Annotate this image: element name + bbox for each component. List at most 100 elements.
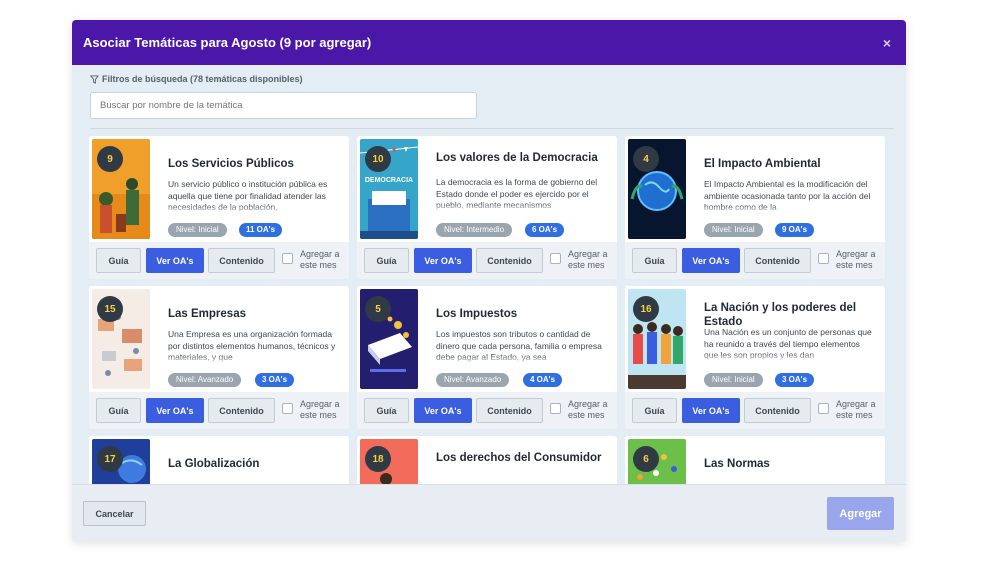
topic-search-input[interactable]	[90, 92, 477, 119]
card-body: 4 El Impacto Ambiental El Impacto Ambien…	[625, 136, 885, 242]
guide-button[interactable]: Guía	[632, 248, 677, 273]
card-body: 15 Las Empresas Una Empresa es una organ…	[89, 286, 349, 392]
filters-label: Filtros de búsqueda (78 temáticas dispon…	[90, 74, 906, 84]
content-button[interactable]: Contenido	[476, 248, 543, 273]
topic-thumbnail: 6	[628, 439, 686, 484]
filters-label-text: Filtros de búsqueda (78 temáticas dispon…	[102, 74, 303, 84]
add-to-month-label: Agregar a este mes	[568, 399, 608, 420]
add-to-month-checkbox[interactable]	[818, 403, 829, 414]
add-to-month-checkbox[interactable]	[282, 253, 293, 264]
topic-number-badge: 9	[97, 146, 123, 172]
level-badge: Nivel: Inicial	[168, 223, 227, 237]
topic-title: La Globalización	[168, 458, 260, 470]
view-oas-button[interactable]: Ver OA's	[414, 248, 472, 273]
topic-card: 4 El Impacto Ambiental El Impacto Ambien…	[625, 136, 885, 279]
view-oas-button[interactable]: Ver OA's	[682, 248, 740, 273]
topic-description: Una Empresa es una organización formada …	[168, 329, 340, 365]
content-button[interactable]: Contenido	[208, 248, 275, 273]
topic-card: DEMOCRACIA 10 Los valores de la Democrac…	[357, 136, 617, 279]
level-badge: Nivel: Inicial	[704, 223, 763, 237]
topic-card: 9 Los Servicios Públicos Un servicio púb…	[89, 136, 349, 279]
card-body: 9 Los Servicios Públicos Un servicio púb…	[89, 136, 349, 242]
topic-thumbnail: DEMOCRACIA 10	[360, 139, 418, 239]
topic-description: La democracia es la forma de gobierno de…	[436, 177, 608, 213]
topic-title: La Nación y los poderes del Estado	[704, 302, 857, 328]
topic-title: Los derechos del Consumidor	[436, 452, 602, 464]
topic-number-badge: 10	[365, 146, 391, 172]
thumbnail-caption: DEMOCRACIA	[364, 177, 414, 184]
topic-number-badge: 17	[97, 446, 123, 472]
add-to-month-checkbox[interactable]	[550, 253, 561, 264]
card-body: 18 Los derechos del Consumidor	[357, 436, 617, 484]
associate-topics-modal: Asociar Temáticas para Agosto (9 por agr…	[72, 20, 906, 542]
modal-header: Asociar Temáticas para Agosto (9 por agr…	[72, 20, 906, 65]
modal-footer: Cancelar Agregar	[72, 484, 906, 542]
guide-button[interactable]: Guía	[632, 398, 677, 423]
topic-title: Las Empresas	[168, 308, 246, 320]
card-actions: Guía Ver OA's Contenido Agregar a este m…	[357, 242, 617, 279]
card-body: 6 Las Normas	[625, 436, 885, 484]
card-actions: Guía Ver OA's Contenido Agregar a este m…	[625, 242, 885, 279]
add-button[interactable]: Agregar	[827, 497, 894, 530]
topic-card: 5 Los Impuestos Los impuestos son tribut…	[357, 286, 617, 429]
oa-count-badge: 11 OA's	[239, 223, 283, 237]
topic-title: Los Servicios Públicos	[168, 158, 294, 170]
view-oas-button[interactable]: Ver OA's	[146, 398, 204, 423]
topic-thumbnail: 4	[628, 139, 686, 239]
topic-description: Los impuestos son tributos o cantidad de…	[436, 329, 608, 365]
card-actions: Guía Ver OA's Contenido Agregar a este m…	[625, 392, 885, 429]
topic-thumbnail: 18	[360, 439, 418, 484]
oa-count-badge: 3 OA's	[255, 373, 295, 387]
topic-number-badge: 5	[365, 296, 391, 322]
filter-icon	[90, 74, 99, 84]
topic-description: Una Nación es un conjunto de personas qu…	[704, 327, 876, 363]
topic-thumbnail: 5	[360, 289, 418, 389]
close-icon[interactable]: ×	[880, 35, 894, 51]
guide-button[interactable]: Guía	[96, 248, 141, 273]
topic-number-badge: 15	[97, 296, 123, 322]
guide-button[interactable]: Guía	[364, 248, 409, 273]
level-badge: Nivel: Avanzado	[168, 373, 242, 387]
view-oas-button[interactable]: Ver OA's	[146, 248, 204, 273]
oa-count-badge: 4 OA's	[523, 373, 563, 387]
topic-thumbnail: 16	[628, 289, 686, 389]
view-oas-button[interactable]: Ver OA's	[682, 398, 740, 423]
topic-card: 15 Las Empresas Una Empresa es una organ…	[89, 286, 349, 429]
topic-number-badge: 16	[633, 296, 659, 322]
guide-button[interactable]: Guía	[96, 398, 141, 423]
level-badge: Nivel: Intermedio	[436, 223, 513, 237]
topic-title: Las Normas	[704, 458, 770, 470]
modal-title: Asociar Temáticas para Agosto (9 por agr…	[83, 35, 372, 50]
topic-title: Los Impuestos	[436, 308, 518, 320]
add-to-month-checkbox[interactable]	[550, 403, 561, 414]
topic-card: 16 La Nación y los poderes del Estado Un…	[625, 286, 885, 429]
content-button[interactable]: Contenido	[208, 398, 275, 423]
divider	[90, 128, 894, 129]
card-body: 17 La Globalización	[89, 436, 349, 484]
topics-grid[interactable]: 9 Los Servicios Públicos Un servicio púb…	[89, 136, 889, 484]
guide-button[interactable]: Guía	[364, 398, 409, 423]
topic-number-badge: 6	[633, 446, 659, 472]
topic-title: Los valores de la Democracia	[436, 152, 598, 164]
content-button[interactable]: Contenido	[476, 398, 543, 423]
add-to-month-label: Agregar a este mes	[836, 399, 876, 420]
topic-title: El Impacto Ambiental	[704, 158, 821, 170]
card-actions: Guía Ver OA's Contenido Agregar a este m…	[357, 392, 617, 429]
card-body: 5 Los Impuestos Los impuestos son tribut…	[357, 286, 617, 392]
card-actions: Guía Ver OA's Contenido Agregar a este m…	[89, 242, 349, 279]
add-to-month-checkbox[interactable]	[818, 253, 829, 264]
add-to-month-label: Agregar a este mes	[300, 399, 340, 420]
content-button[interactable]: Contenido	[744, 248, 811, 273]
topic-description: Un servicio público o institución públic…	[168, 179, 340, 215]
level-badge: Nivel: Inicial	[704, 373, 763, 387]
content-button[interactable]: Contenido	[744, 398, 811, 423]
cancel-button[interactable]: Cancelar	[83, 501, 146, 526]
add-to-month-checkbox[interactable]	[282, 403, 293, 414]
oa-count-badge: 6 OA's	[525, 223, 565, 237]
oa-count-badge: 9 OA's	[775, 223, 815, 237]
add-to-month-label: Agregar a este mes	[836, 249, 876, 270]
view-oas-button[interactable]: Ver OA's	[414, 398, 472, 423]
filters-section: Filtros de búsqueda (78 temáticas dispon…	[72, 65, 906, 131]
level-badge: Nivel: Avanzado	[436, 373, 510, 387]
topic-number-badge: 4	[633, 146, 659, 172]
